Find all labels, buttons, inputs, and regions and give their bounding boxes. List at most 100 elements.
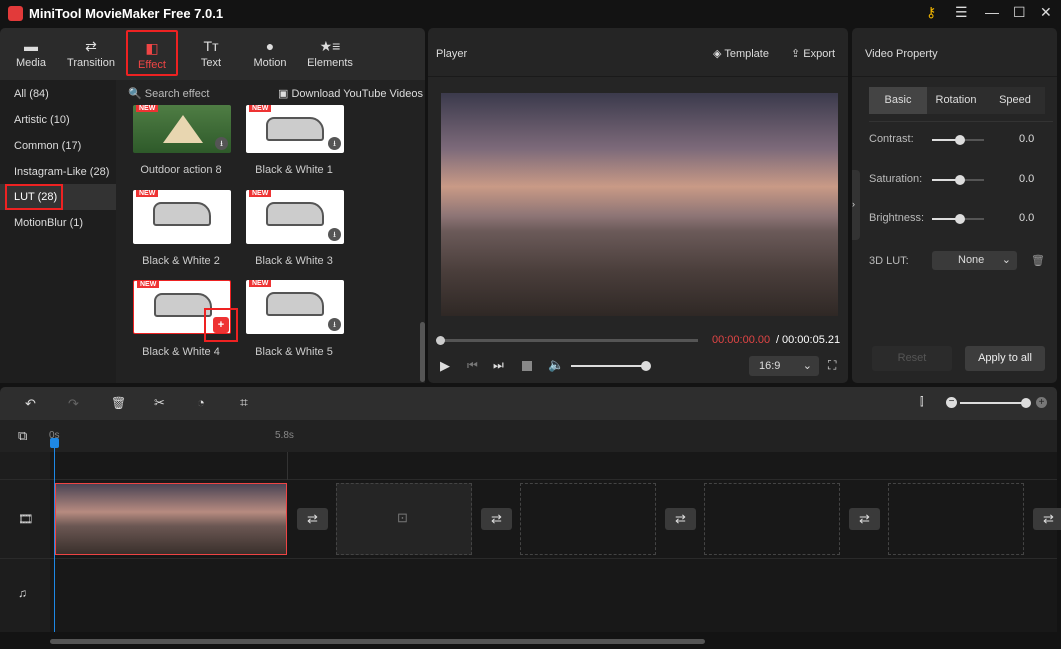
brightness-slider[interactable] xyxy=(932,214,984,224)
category-artistic[interactable]: Artistic (10) xyxy=(14,114,70,126)
category-common[interactable]: Common (17) xyxy=(14,140,81,152)
add-effect-button[interactable]: + xyxy=(213,317,229,333)
scissors-icon[interactable]: ✂ xyxy=(154,395,165,411)
aspect-ratio-select[interactable]: 16:9 ⌄ xyxy=(749,356,819,376)
playhead-handle[interactable] xyxy=(50,438,59,448)
effect-card-outdoor-action-8[interactable]: NEW ⭳ xyxy=(133,105,231,153)
prev-frame-button[interactable]: ⏮ xyxy=(467,358,478,373)
motion-icon: ● xyxy=(265,38,275,54)
download-icon: ⭳ xyxy=(328,137,341,150)
tab-text[interactable]: Tт Text xyxy=(182,28,240,80)
reset-button[interactable]: Reset xyxy=(872,346,952,371)
audio-track-icon: ♫ xyxy=(18,586,27,600)
fit-timeline-icon[interactable]: ⫿ xyxy=(920,396,924,409)
menu-icon[interactable]: ☰ xyxy=(955,4,968,21)
folder-icon: ▬ xyxy=(24,38,38,54)
empty-clip-slot[interactable] xyxy=(520,483,656,555)
export-icon: ⇪ xyxy=(791,48,801,60)
tab-motion[interactable]: ● Motion xyxy=(241,28,299,80)
zoom-out-icon[interactable]: − xyxy=(946,397,957,408)
add-track-icon[interactable]: ⧉ xyxy=(18,428,27,444)
search-input[interactable]: 🔍 Search effect xyxy=(128,87,209,100)
download-youtube-link[interactable]: ▣ Download YouTube Videos xyxy=(278,87,423,100)
volume-icon[interactable]: 🔈 xyxy=(548,357,564,373)
empty-clip-slot[interactable] xyxy=(888,483,1024,555)
main-toolbar: ▬ Media ⇄ Transition ◧ Effect Tт Text ● Motio… xyxy=(0,28,425,80)
fullscreen-icon[interactable]: ⛶ xyxy=(828,358,836,373)
tab-rotation[interactable]: Rotation xyxy=(927,87,985,114)
tab-effect[interactable]: ◧ Effect xyxy=(126,30,178,76)
redo-icon[interactable]: ↷ xyxy=(68,396,79,412)
seek-handle[interactable] xyxy=(436,336,445,345)
video-track-icon: 🎞 xyxy=(18,512,34,526)
elements-icon: ★≡ xyxy=(319,38,341,54)
total-time: 00:00:05.21 xyxy=(782,334,841,346)
trash-icon[interactable]: 🗑 xyxy=(1031,254,1045,267)
effect-scrollbar[interactable] xyxy=(420,322,425,382)
current-time: 00:00:00.00 xyxy=(712,334,771,346)
volume-handle[interactable] xyxy=(641,361,651,371)
player-title: Player xyxy=(436,48,468,60)
video-preview xyxy=(441,93,838,316)
download-icon: ⭳ xyxy=(328,318,341,331)
template-button[interactable]: ◈ Template xyxy=(713,47,769,60)
crop-icon[interactable]: ⌗ xyxy=(240,394,248,411)
download-icon: ⭳ xyxy=(328,228,341,241)
chevron-down-icon: ⌄ xyxy=(1001,254,1011,266)
effect-card-bw-1[interactable]: NEW ⭳ xyxy=(246,105,344,153)
empty-clip-slot[interactable]: ⊡ xyxy=(336,483,472,555)
contrast-slider[interactable] xyxy=(932,135,984,145)
transition-slot-button[interactable]: ⇄ xyxy=(849,508,880,530)
delete-icon[interactable]: 🗑 xyxy=(111,396,126,410)
next-frame-button[interactable]: ⏭ xyxy=(493,358,504,373)
zoom-in-icon[interactable]: + xyxy=(1036,397,1047,408)
playhead[interactable] xyxy=(54,444,55,632)
timeline-scrollbar[interactable] xyxy=(50,639,705,644)
saturation-slider[interactable] xyxy=(932,175,984,185)
import-icon: ⊡ xyxy=(397,510,408,525)
transition-slot-button[interactable]: ⇄ xyxy=(665,508,696,530)
collapse-panel-handle[interactable]: › xyxy=(852,170,860,240)
seek-bar[interactable] xyxy=(441,339,698,342)
tab-transition[interactable]: ⇄ Transition xyxy=(62,28,120,80)
text-icon: Tт xyxy=(203,38,219,54)
lut-select[interactable]: None ⌄ xyxy=(932,251,1017,270)
chevron-down-icon: ⌄ xyxy=(802,360,812,372)
tab-basic[interactable]: Basic xyxy=(869,87,927,114)
export-button[interactable]: ⇪ Export xyxy=(791,47,835,60)
stop-button[interactable] xyxy=(522,361,532,371)
effect-card-bw-5[interactable]: NEW ⭳ xyxy=(246,280,344,334)
layers-icon: ◈ xyxy=(713,48,722,60)
swap-arrows-icon: ⇄ xyxy=(85,38,97,54)
transition-slot-button[interactable]: ⇄ xyxy=(1033,508,1061,530)
tab-media[interactable]: ▬ Media xyxy=(2,28,60,80)
maximize-button[interactable]: ☐ xyxy=(1013,4,1026,21)
category-instagram[interactable]: Instagram-Like (28) xyxy=(14,166,109,178)
timeline-ruler[interactable] xyxy=(0,420,1057,452)
tab-elements[interactable]: ★≡ Elements xyxy=(301,28,359,80)
category-motionblur[interactable]: MotionBlur (1) xyxy=(14,217,83,229)
download-icon: ⭳ xyxy=(215,137,228,150)
empty-clip-slot[interactable] xyxy=(704,483,840,555)
minimize-button[interactable]: — xyxy=(985,4,999,20)
app-logo xyxy=(8,6,23,21)
video-property-panel xyxy=(852,28,1057,383)
undo-icon[interactable]: ↶ xyxy=(25,396,36,412)
close-button[interactable]: ✕ xyxy=(1040,4,1052,21)
key-icon[interactable]: ⚷ xyxy=(926,4,936,21)
play-button[interactable]: ▶ xyxy=(440,358,450,374)
volume-slider[interactable] xyxy=(571,365,647,367)
tab-speed[interactable]: Speed xyxy=(985,87,1045,114)
timeline-zoom-slider[interactable] xyxy=(960,402,1026,404)
property-title: Video Property xyxy=(865,48,938,60)
category-lut[interactable]: LUT (28) xyxy=(5,184,63,210)
timeline-zoom-handle[interactable] xyxy=(1021,398,1031,408)
video-clip[interactable] xyxy=(55,483,287,555)
transition-slot-button[interactable]: ⇄ xyxy=(481,508,512,530)
transition-slot-button[interactable]: ⇄ xyxy=(297,508,328,530)
effect-card-bw-3[interactable]: NEW ⭳ xyxy=(246,190,344,244)
apply-to-all-button[interactable]: Apply to all xyxy=(965,346,1045,371)
speed-icon[interactable]: ◔ xyxy=(197,395,205,410)
effect-card-bw-2[interactable]: NEW xyxy=(133,190,231,244)
category-all[interactable]: All (84) xyxy=(14,88,49,100)
